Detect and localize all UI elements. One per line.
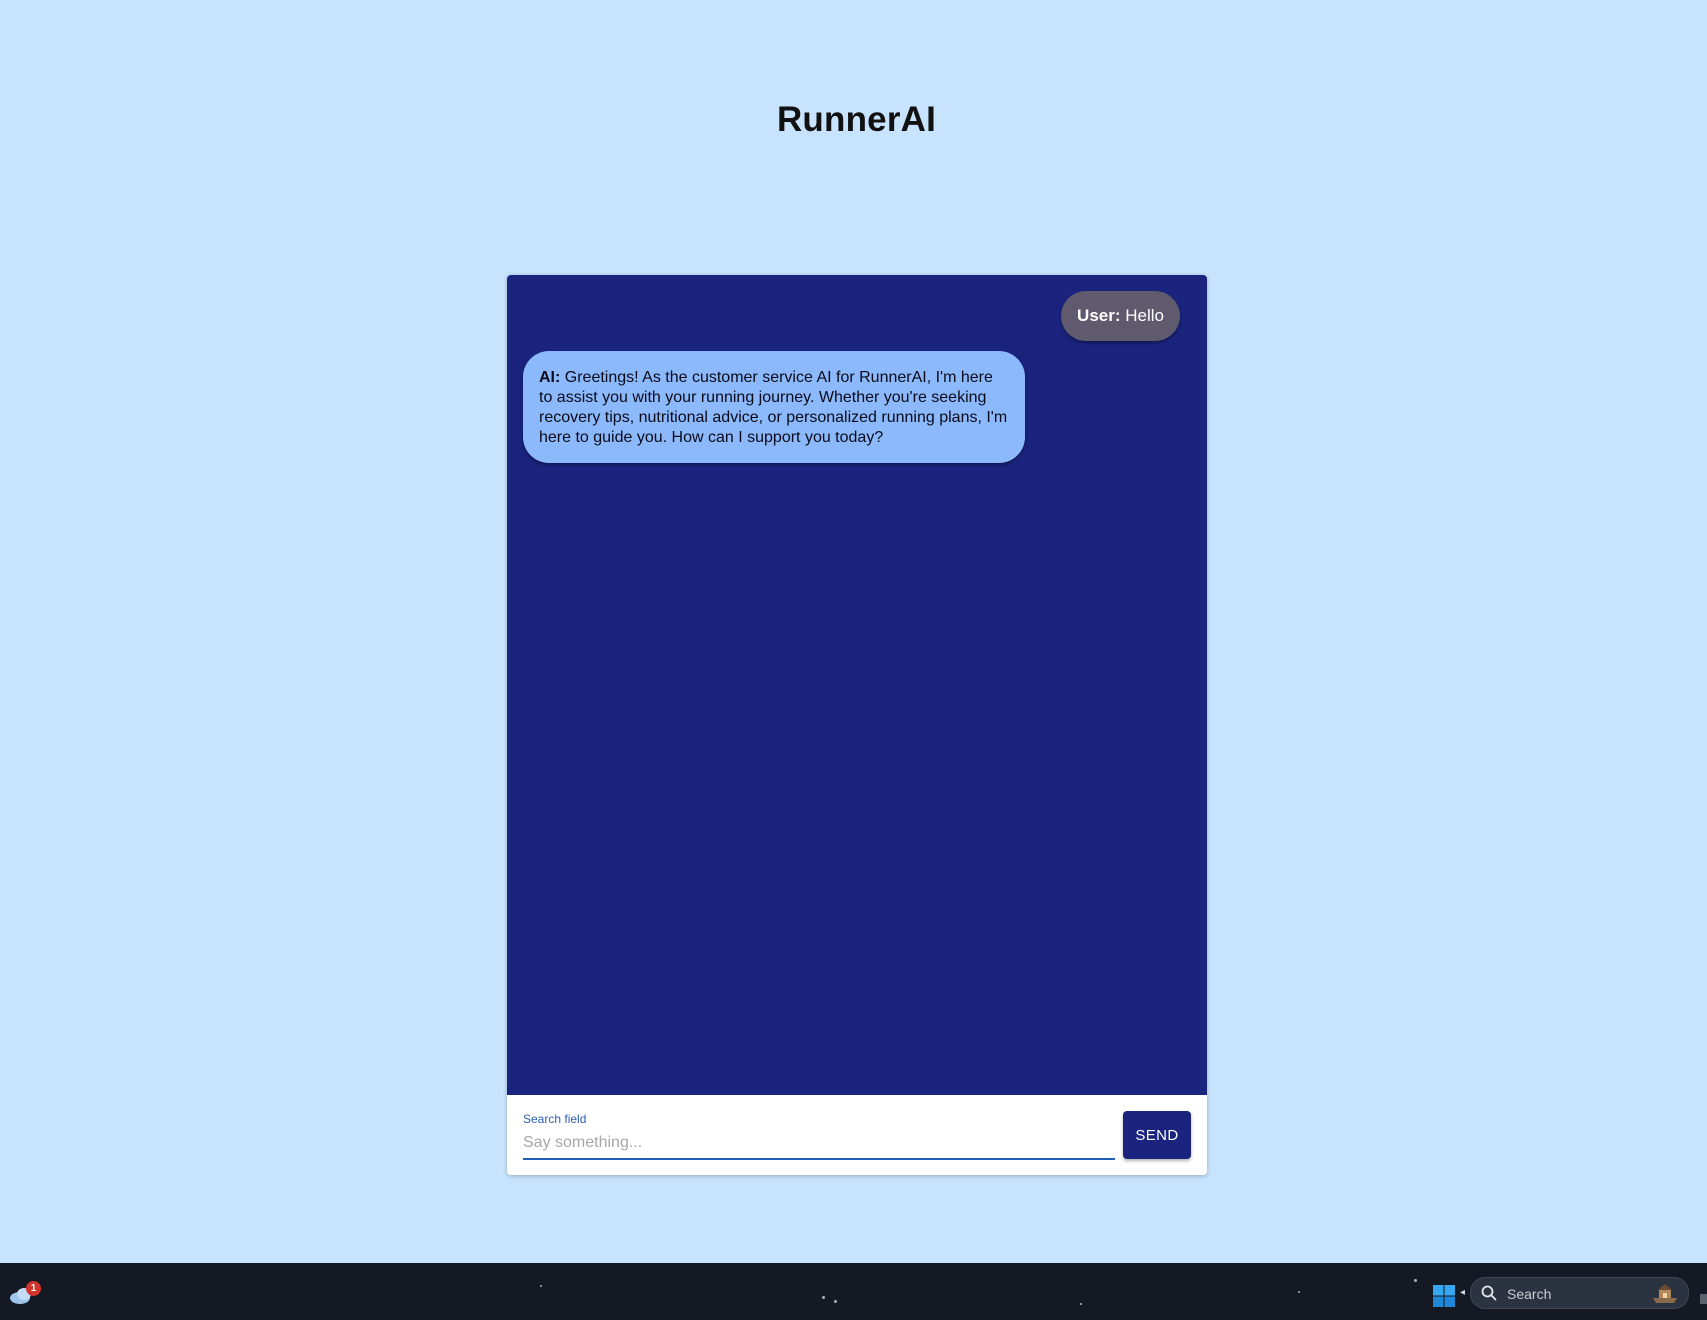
show-desktop-edge[interactable] <box>1700 1294 1707 1304</box>
taskbar-search-label: Search <box>1507 1286 1552 1302</box>
input-underline <box>523 1158 1115 1160</box>
wallpaper-star <box>540 1285 542 1287</box>
notification-badge: 1 <box>26 1281 41 1296</box>
search-highlight-icon <box>1653 1284 1677 1303</box>
wallpaper-star <box>1080 1303 1082 1305</box>
wallpaper-star <box>1414 1279 1417 1282</box>
message-input-bar: Search field SEND <box>507 1095 1207 1175</box>
message-text: Hello <box>1125 306 1164 325</box>
search-icon <box>1481 1285 1497 1301</box>
message-list[interactable]: User: Hello AI: Greetings! As the custom… <box>507 275 1207 1095</box>
ai-message-bubble: AI: Greetings! As the customer service A… <box>523 351 1025 463</box>
weather-widget[interactable]: 1 <box>8 1281 118 1311</box>
wallpaper-star <box>1298 1291 1300 1293</box>
page: RunnerAI User: Hello AI: Greetings! As t… <box>0 0 1707 1263</box>
message-input[interactable] <box>523 1131 1115 1155</box>
user-message-bubble: User: Hello <box>1061 291 1180 341</box>
wallpaper-star <box>822 1296 825 1299</box>
send-button[interactable]: SEND <box>1123 1111 1191 1159</box>
windows-start-icon[interactable] <box>1432 1284 1456 1308</box>
message-speaker: User: <box>1077 306 1121 325</box>
page-title: RunnerAI <box>776 100 937 139</box>
taskbar-search-box[interactable]: Search <box>1470 1277 1689 1309</box>
chat-panel: User: Hello AI: Greetings! As the custom… <box>507 275 1207 1175</box>
chevron-icon: ◂ <box>1460 1287 1466 1298</box>
wallpaper-star <box>834 1300 837 1303</box>
search-field-label: Search field <box>523 1112 587 1126</box>
message-speaker: AI: <box>539 369 561 386</box>
message-text: Greetings! As the customer service AI fo… <box>539 369 1008 446</box>
taskbar: 1 ◂ Search <box>0 1263 1707 1320</box>
